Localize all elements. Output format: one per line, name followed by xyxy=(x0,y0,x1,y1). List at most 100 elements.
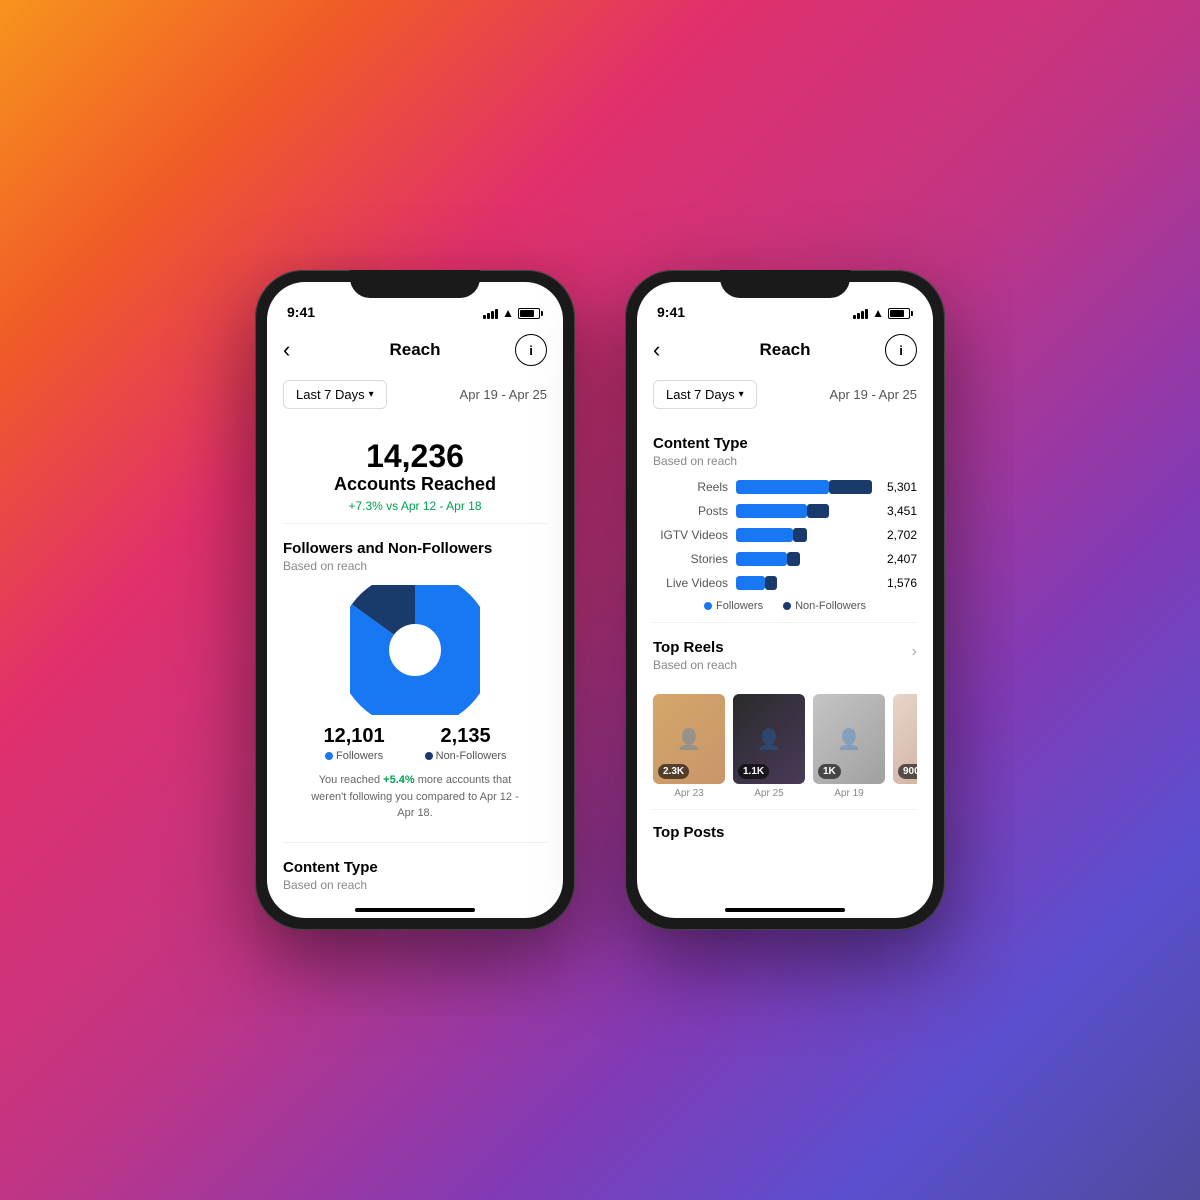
bar-container-posts xyxy=(736,504,879,518)
nonfollowers-stat: 2,135 Non-Followers xyxy=(425,725,507,762)
phone-2-notch xyxy=(720,270,850,298)
top-posts-label: Top Posts xyxy=(637,810,933,849)
signal-icon xyxy=(483,308,498,319)
followers-stat: 12,101 Followers xyxy=(323,725,384,762)
phone-2-status-icons: ▲ xyxy=(853,306,913,320)
date-range-label-2: Apr 19 - Apr 25 xyxy=(830,387,917,402)
bar-igtv-nonfollowers xyxy=(793,528,807,542)
bar-container-stories xyxy=(736,552,879,566)
bar-container-reels xyxy=(736,480,879,494)
top-reels-section: Top Reels Based on reach › 👤 2.3K Apr 23 xyxy=(637,623,933,809)
legend-nonfollowers: Non-Followers xyxy=(783,600,866,612)
phone-2-content-type: Content Type Based on reach Reels 5,301 xyxy=(637,419,933,622)
legend-nonfollowers-dot xyxy=(783,602,791,610)
bar-value-igtv: 2,702 xyxy=(887,528,917,542)
content-type-section: Content Type Based on reach Reels 5,301 xyxy=(267,843,563,902)
accounts-reached-number: 14,236 xyxy=(287,439,543,474)
chevron-down-icon-2: ▾ xyxy=(739,389,744,400)
nonfollowers-count: 2,135 xyxy=(425,725,507,748)
battery-icon-2 xyxy=(888,308,913,319)
followers-count: 12,101 xyxy=(323,725,384,748)
reel-item-3[interactable]: 👤 1K Apr 19 xyxy=(813,694,885,799)
bar-value-stories: 2,407 xyxy=(887,552,917,566)
bar-label-igtv: IGTV Videos xyxy=(653,528,728,542)
phone-2-bars: Reels 5,301 Posts xyxy=(653,480,917,590)
phone-1: 9:41 ▲ ‹ Reach xyxy=(255,270,575,930)
period-filter-button[interactable]: Last 7 Days ▾ xyxy=(283,380,387,409)
bar-row-igtv: IGTV Videos 2,702 xyxy=(653,528,917,542)
bar-row-live: Live Videos 1,576 xyxy=(653,576,917,590)
page-title-2: Reach xyxy=(759,340,810,360)
back-button[interactable]: ‹ xyxy=(283,337,315,363)
bar-legend: Followers Non-Followers xyxy=(653,600,917,612)
info-button[interactable]: i xyxy=(515,334,547,366)
nonfollowers-dot-label: Non-Followers xyxy=(425,750,507,762)
bar-posts-nonfollowers xyxy=(807,504,828,518)
reach-percent: +5.4% xyxy=(383,774,415,786)
phone-1-content[interactable]: 14,236 Accounts Reached +7.3% vs Apr 12 … xyxy=(267,419,563,902)
phone-2-screen: 9:41 ▲ ‹ Reach xyxy=(637,282,933,918)
phone-2-content[interactable]: Content Type Based on reach Reels 5,301 xyxy=(637,419,933,902)
reel-count-4: 900 xyxy=(898,764,917,779)
phone-1-status-icons: ▲ xyxy=(483,306,543,320)
reel-thumb-4: 👤 900 xyxy=(893,694,917,784)
reel-item-4[interactable]: 👤 900 Apr 2 xyxy=(893,694,917,799)
bar-label-reels-2: Reels xyxy=(653,480,728,494)
reel-thumb-2: 👤 1.1K xyxy=(733,694,805,784)
phone-2-content-type-subtitle: Based on reach xyxy=(653,454,917,468)
bar-posts-followers xyxy=(736,504,807,518)
phone-2-home-indicator xyxy=(725,908,845,912)
chevron-down-icon: ▾ xyxy=(369,389,374,400)
reach-note: You reached +5.4% more accounts that wer… xyxy=(283,762,547,832)
bar-stories-nonfollowers xyxy=(787,552,800,566)
phone-1-screen: 9:41 ▲ ‹ Reach xyxy=(267,282,563,918)
reel-count-2: 1.1K xyxy=(738,764,769,779)
bar-value-reels-2: 5,301 xyxy=(887,480,917,494)
phone-2-nav-bar: ‹ Reach i xyxy=(637,326,933,374)
info-button-2[interactable]: i xyxy=(885,334,917,366)
followers-subtitle: Based on reach xyxy=(283,559,547,573)
bar-row-reels-2: Reels 5,301 xyxy=(653,480,917,494)
phones-container: 9:41 ▲ ‹ Reach xyxy=(255,270,945,930)
period-filter-button-2[interactable]: Last 7 Days ▾ xyxy=(653,380,757,409)
wifi-icon-2: ▲ xyxy=(872,306,884,320)
content-type-subtitle: Based on reach xyxy=(283,878,547,892)
pie-chart-container xyxy=(283,585,547,715)
pie-chart xyxy=(350,585,480,715)
phone-2-time: 9:41 xyxy=(657,304,685,320)
bar-stories-followers xyxy=(736,552,787,566)
reel-date-4: Apr 2 xyxy=(893,788,917,799)
phone-2-content-type-title: Content Type xyxy=(653,435,917,452)
followers-dot xyxy=(325,752,333,760)
bar-container-live xyxy=(736,576,879,590)
bar-label-live: Live Videos xyxy=(653,576,728,590)
bar-live-nonfollowers xyxy=(765,576,778,590)
wifi-icon: ▲ xyxy=(502,306,514,320)
bar-label-stories: Stories xyxy=(653,552,728,566)
bar-reels2-nonfollowers xyxy=(829,480,872,494)
reel-count-3: 1K xyxy=(818,764,841,779)
bar-label-posts: Posts xyxy=(653,504,728,518)
legend-followers-dot xyxy=(704,602,712,610)
page-title: Reach xyxy=(389,340,440,360)
reel-count-1: 2.3K xyxy=(658,764,689,779)
followers-section: Followers and Non-Followers Based on rea… xyxy=(267,524,563,842)
bar-value-live: 1,576 xyxy=(887,576,917,590)
chevron-right-icon[interactable]: › xyxy=(912,643,917,661)
bar-row-posts: Posts 3,451 xyxy=(653,504,917,518)
reel-item-1[interactable]: 👤 2.3K Apr 23 xyxy=(653,694,725,799)
reel-item-2[interactable]: 👤 1.1K Apr 25 xyxy=(733,694,805,799)
nonfollowers-dot xyxy=(425,752,433,760)
reel-thumb-3: 👤 1K xyxy=(813,694,885,784)
back-button-2[interactable]: ‹ xyxy=(653,337,685,363)
bar-reels2-followers xyxy=(736,480,829,494)
legend-followers: Followers xyxy=(704,600,763,612)
content-type-title: Content Type xyxy=(283,859,547,876)
phone-2: 9:41 ▲ ‹ Reach xyxy=(625,270,945,930)
followers-dot-label: Followers xyxy=(323,750,384,762)
reel-date-3: Apr 19 xyxy=(813,788,885,799)
top-reels-header: Top Reels Based on reach › xyxy=(653,639,917,684)
battery-icon xyxy=(518,308,543,319)
signal-icon-2 xyxy=(853,308,868,319)
followers-title: Followers and Non-Followers xyxy=(283,540,547,557)
